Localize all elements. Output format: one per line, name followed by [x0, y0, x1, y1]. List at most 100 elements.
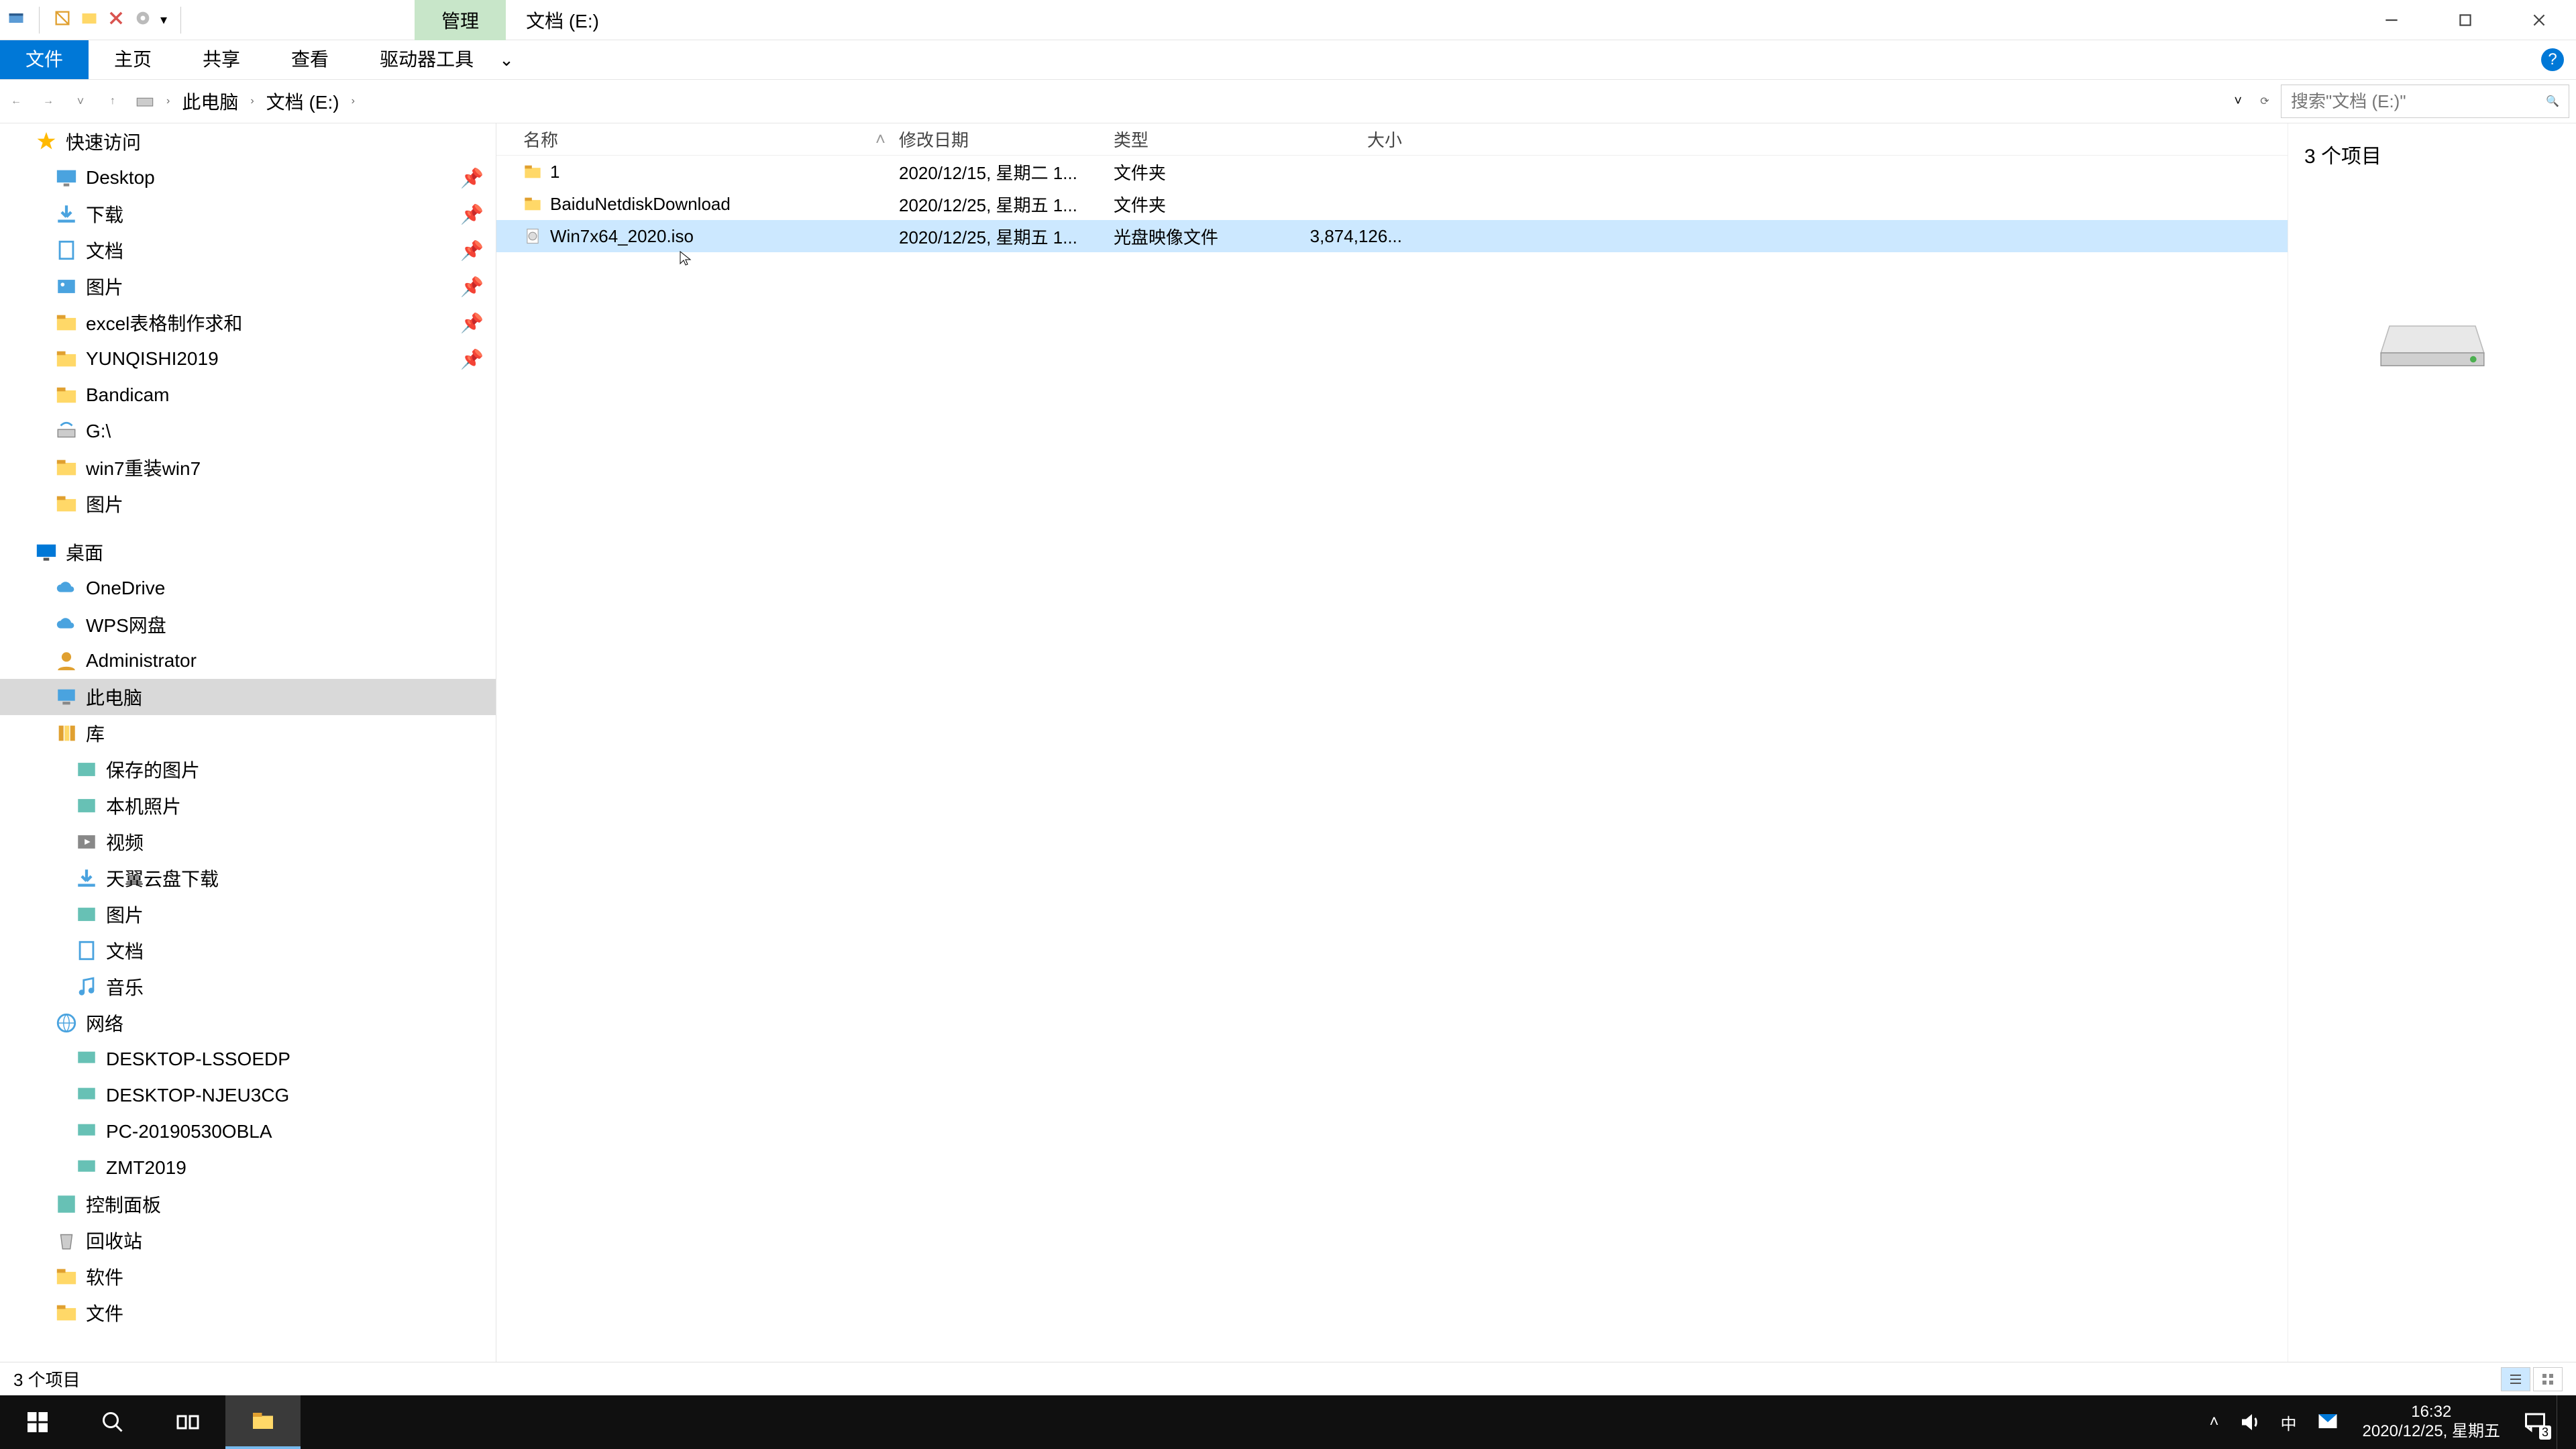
ribbon-tab-share[interactable]: 共享 [177, 40, 266, 79]
sidebar-item[interactable]: 此电脑 [0, 679, 496, 715]
sort-asc-icon: ˄ [875, 129, 885, 150]
forward-button[interactable]: → [32, 85, 64, 117]
sidebar-item[interactable]: 下载📌 [0, 196, 496, 232]
sidebar-subitem[interactable]: 天翼云盘下载 [0, 860, 496, 896]
back-button[interactable]: ← [0, 85, 32, 117]
sidebar-item[interactable]: 回收站 [0, 1222, 496, 1258]
taskbar-clock[interactable]: 16:32 2020/12/25, 星期五 [2349, 1403, 2514, 1442]
breadcrumb-chev[interactable]: › [166, 95, 170, 107]
sidebar-subitem[interactable]: 图片 [0, 896, 496, 932]
search-input[interactable] [2291, 91, 2546, 112]
ribbon-collapse-icon[interactable]: ⌄ [499, 50, 514, 70]
pc-sm-icon [75, 1120, 98, 1143]
maximize-button[interactable] [2428, 0, 2502, 40]
file-row[interactable]: BaiduNetdiskDownload2020/12/25, 星期五 1...… [496, 188, 2288, 220]
sidebar-subitem[interactable]: 视频 [0, 824, 496, 860]
sidebar-item[interactable]: Desktop📌 [0, 160, 496, 196]
ribbon-tab-home[interactable]: 主页 [89, 40, 177, 79]
sidebar-item[interactable]: Administrator [0, 643, 496, 679]
col-name[interactable]: 名称˄ [496, 127, 899, 152]
sidebar-item[interactable]: Bandicam [0, 377, 496, 413]
sidebar-subitem[interactable]: DESKTOP-NJEU3CG [0, 1077, 496, 1114]
sidebar-item[interactable]: G:\ [0, 413, 496, 449]
sidebar-label: ZMT2019 [106, 1157, 186, 1179]
sidebar-group-desktop-root[interactable]: 桌面 [0, 534, 496, 570]
ribbon-tab-drivetools[interactable]: 驱动器工具 [354, 40, 499, 79]
ctrl-icon [55, 1193, 78, 1216]
sidebar-item[interactable]: YUNQISHI2019📌 [0, 341, 496, 377]
breadcrumb-chev[interactable]: › [352, 95, 355, 107]
tray-overflow-icon[interactable]: ˄ [2200, 1395, 2229, 1449]
close-button[interactable] [2502, 0, 2576, 40]
pin-icon: 📌 [460, 276, 484, 298]
qat-properties-icon[interactable] [53, 9, 72, 31]
help-button[interactable]: ? [2541, 48, 2564, 71]
refresh-button[interactable]: ⟳ [2249, 95, 2281, 108]
qat-delete-icon[interactable] [107, 9, 125, 31]
sidebar-subitem[interactable]: DESKTOP-LSSOEDP [0, 1041, 496, 1077]
sidebar-item[interactable]: 网络 [0, 1005, 496, 1041]
folder-icon [55, 456, 78, 479]
ribbon-tab-view[interactable]: 查看 [266, 40, 354, 79]
sidebar-item[interactable]: win7重装win7 [0, 449, 496, 486]
qat-new-folder-icon[interactable] [80, 9, 99, 31]
sidebar-subitem[interactable]: 文档 [0, 932, 496, 969]
tray-app-icon[interactable] [2306, 1395, 2349, 1449]
sidebar-group-quick[interactable]: 快速访问 [0, 123, 496, 160]
breadcrumb-chev[interactable]: › [250, 95, 254, 107]
video-icon [75, 830, 98, 853]
breadcrumb-seg[interactable]: 此电脑 [182, 88, 238, 115]
task-view-button[interactable] [150, 1395, 225, 1449]
sidebar-subitem[interactable]: 保存的图片 [0, 751, 496, 788]
sidebar-label: 视频 [106, 828, 144, 855]
file-row[interactable]: 12020/12/15, 星期二 1...文件夹 [496, 156, 2288, 188]
file-date: 2020/12/25, 星期五 1... [899, 192, 1114, 217]
sidebar-item[interactable]: 文档📌 [0, 232, 496, 268]
sidebar-item[interactable]: WPS网盘 [0, 606, 496, 643]
breadcrumb[interactable]: › 此电脑 › 文档 (E:) › [129, 88, 2227, 115]
ime-indicator[interactable]: 中 [2271, 1395, 2306, 1449]
pin-icon: 📌 [460, 203, 484, 225]
minimize-button[interactable] [2355, 0, 2428, 40]
qat-settings-icon[interactable] [133, 9, 152, 31]
show-desktop-button[interactable] [2557, 1395, 2576, 1449]
sidebar-item[interactable]: 文件 [0, 1295, 496, 1331]
breadcrumb-dropdown-icon[interactable]: ˅ [2227, 94, 2249, 109]
start-button[interactable] [0, 1395, 75, 1449]
sidebar-label: 网络 [86, 1010, 123, 1036]
sidebar-item[interactable]: OneDrive [0, 570, 496, 606]
sidebar-label: 此电脑 [86, 684, 142, 710]
up-button[interactable]: ↑ [97, 85, 129, 117]
taskbar-explorer[interactable] [225, 1395, 301, 1449]
iso-icon [523, 227, 542, 246]
file-type: 文件夹 [1114, 192, 1295, 217]
view-details-button[interactable] [2501, 1367, 2530, 1391]
ribbon-tab-file[interactable]: 文件 [0, 40, 89, 79]
sidebar-item[interactable]: 控制面板 [0, 1186, 496, 1222]
col-date[interactable]: 修改日期 [899, 127, 1114, 152]
sidebar-item[interactable]: 软件 [0, 1258, 496, 1295]
sidebar-item[interactable]: 库 [0, 715, 496, 751]
view-thumbnails-button[interactable] [2533, 1367, 2563, 1391]
file-row[interactable]: Win7x64_2020.iso2020/12/25, 星期五 1...光盘映像… [496, 220, 2288, 252]
search-box[interactable]: 🔍 [2281, 85, 2569, 118]
volume-icon[interactable] [2229, 1395, 2271, 1449]
sidebar-subitem[interactable]: 本机照片 [0, 788, 496, 824]
search-icon[interactable]: 🔍 [2546, 95, 2559, 108]
action-center-icon[interactable]: 3 [2514, 1395, 2557, 1449]
sidebar-item[interactable]: 图片📌 [0, 268, 496, 305]
breadcrumb-seg[interactable]: 文档 (E:) [266, 88, 339, 115]
sidebar-subitem[interactable]: PC-20190530OBLA [0, 1114, 496, 1150]
history-dropdown[interactable]: ˅ [64, 85, 97, 117]
col-type[interactable]: 类型 [1114, 127, 1295, 152]
sidebar-item[interactable]: excel表格制作求和📌 [0, 305, 496, 341]
qat-dropdown-icon[interactable]: ▾ [160, 11, 167, 28]
search-button[interactable] [75, 1395, 150, 1449]
sidebar-subitem[interactable]: ZMT2019 [0, 1150, 496, 1186]
col-size[interactable]: 大小 [1295, 127, 1402, 152]
file-type: 光盘映像文件 [1114, 224, 1295, 249]
pin-icon: 📌 [460, 348, 484, 370]
ribbon-context-tab[interactable]: 管理 [415, 0, 506, 40]
sidebar-subitem[interactable]: 音乐 [0, 969, 496, 1005]
sidebar-item[interactable]: 图片 [0, 486, 496, 522]
